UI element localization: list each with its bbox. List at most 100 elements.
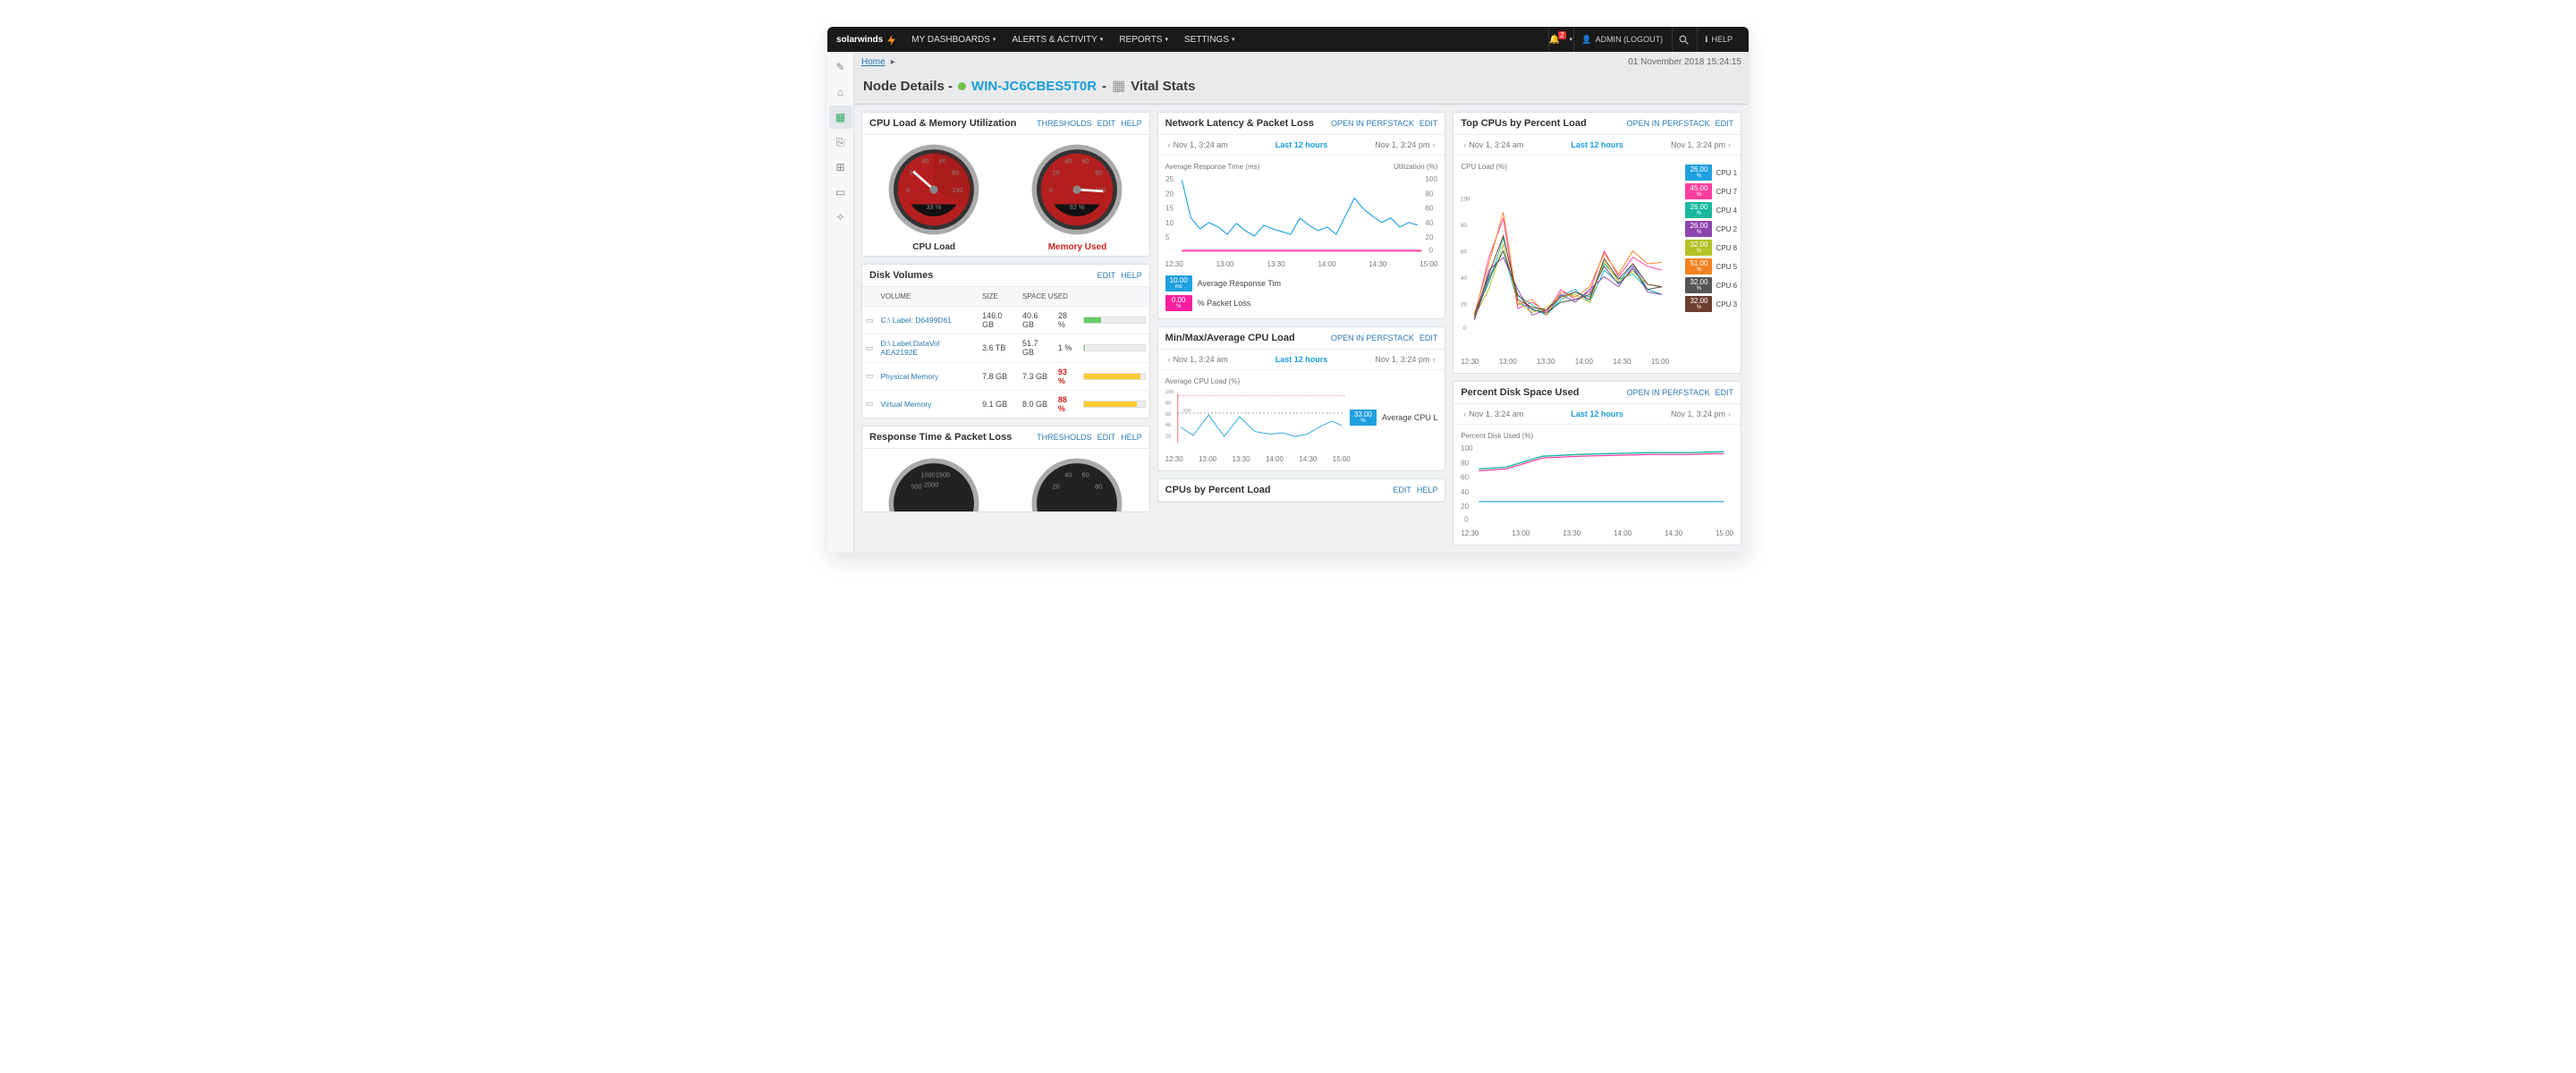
prev-arrow[interactable]: ‹ bbox=[1165, 355, 1174, 364]
sidebar-item-3[interactable]: ⎘ bbox=[829, 131, 852, 154]
title-tail: Vital Stats bbox=[1131, 79, 1195, 94]
svg-text:60: 60 bbox=[1461, 249, 1467, 256]
svg-text:0: 0 bbox=[1428, 246, 1433, 254]
svg-text:0: 0 bbox=[1464, 515, 1469, 523]
link-help[interactable]: HELP bbox=[1417, 486, 1438, 494]
column-1: CPU Load & Memory Utilization THRESHOLDS… bbox=[861, 112, 1150, 545]
legend-avgcpu: 33.00% Average CPU L bbox=[1350, 410, 1437, 426]
link-thresholds[interactable]: THRESHOLDS bbox=[1037, 119, 1092, 128]
topcpu-chart: 100806040200 bbox=[1461, 173, 1669, 351]
svg-text:0: 0 bbox=[1049, 186, 1053, 194]
volume-link[interactable]: Virtual Memory bbox=[881, 400, 932, 409]
svg-text:20: 20 bbox=[1461, 503, 1470, 511]
notifications-button[interactable]: 🔔2▾ bbox=[1548, 27, 1572, 52]
link-edit[interactable]: EDIT bbox=[1716, 388, 1734, 397]
caret-icon: ▾ bbox=[1232, 36, 1235, 43]
volume-link[interactable]: Physical Memory bbox=[881, 372, 939, 381]
next-arrow[interactable]: › bbox=[1725, 140, 1733, 149]
legend-item[interactable]: 32.00%CPU 8 bbox=[1685, 240, 1737, 256]
card-title: Response Time & Packet Loss bbox=[869, 432, 1012, 443]
link-help[interactable]: HELP bbox=[1121, 433, 1142, 442]
link-edit[interactable]: EDIT bbox=[1716, 119, 1734, 128]
volume-link[interactable]: C:\ Label: D6499D61 bbox=[881, 316, 952, 325]
brand-logo[interactable]: solarwinds bbox=[836, 33, 899, 46]
link-help[interactable]: HELP bbox=[1121, 271, 1142, 280]
legend-item[interactable]: 26.00%CPU 1 bbox=[1685, 165, 1737, 181]
latency-chart: 252015105 100806040200 bbox=[1165, 173, 1438, 254]
help-button[interactable]: ℹHELP bbox=[1697, 27, 1740, 52]
card-cpu-mem: CPU Load & Memory Utilization THRESHOLDS… bbox=[861, 112, 1150, 257]
legend-item[interactable]: 51.00%CPU 5 bbox=[1685, 258, 1737, 275]
page-title: Node Details - WIN-JC6CBES5T0R - ▦ Vital… bbox=[854, 72, 1749, 105]
main-content: Home ▸ 01 November 2018 15:24:15 Node De… bbox=[854, 52, 1749, 553]
main-menu: MY DASHBOARDS▾ ALERTS & ACTIVITY▾ REPORT… bbox=[911, 35, 1234, 45]
legend-item[interactable]: 26.00%CPU 4 bbox=[1685, 202, 1737, 218]
table-row: ▭ D:\ Label:DataVol AEA2192E 3.6 TB51.7 … bbox=[862, 334, 1149, 363]
link-edit[interactable]: EDIT bbox=[1393, 486, 1411, 494]
link-edit[interactable]: EDIT bbox=[1419, 334, 1438, 342]
title-prefix: Node Details - bbox=[863, 79, 953, 94]
top-nav: solarwinds MY DASHBOARDS▾ ALERTS & ACTIV… bbox=[827, 27, 1749, 52]
link-edit[interactable]: EDIT bbox=[1419, 119, 1438, 128]
prev-arrow[interactable]: ‹ bbox=[1461, 410, 1469, 418]
menu-dashboards[interactable]: MY DASHBOARDS▾ bbox=[911, 35, 996, 45]
sidebar-item-6[interactable]: ✧ bbox=[829, 206, 852, 229]
link-open[interactable]: OPEN IN PERFSTACK bbox=[1331, 334, 1414, 342]
menu-settings[interactable]: SETTINGS▾ bbox=[1184, 35, 1235, 45]
link-thresholds[interactable]: THRESHOLDS bbox=[1037, 433, 1092, 442]
legend-item[interactable]: 32.00%CPU 3 bbox=[1685, 296, 1737, 312]
timerange-label[interactable]: Last 12 hours bbox=[1275, 140, 1328, 149]
volume-link[interactable]: D:\ Label:DataVol AEA2192E bbox=[881, 339, 940, 357]
svg-text:80: 80 bbox=[1461, 223, 1467, 229]
link-help[interactable]: HELP bbox=[1121, 119, 1142, 128]
card-mmavg: Min/Max/Average CPU Load OPEN IN PERFSTA… bbox=[1157, 326, 1446, 471]
svg-text:100: 100 bbox=[1461, 197, 1470, 203]
timerange-bar: ‹Nov 1, 3:24 am Last 12 hours Nov 1, 3:2… bbox=[1158, 135, 1445, 156]
legend-item[interactable]: 45.00%CPU 7 bbox=[1685, 183, 1737, 199]
svg-text:40: 40 bbox=[1065, 157, 1072, 165]
link-edit[interactable]: EDIT bbox=[1097, 433, 1116, 442]
svg-text:10: 10 bbox=[1165, 219, 1174, 227]
svg-text:100: 100 bbox=[1461, 444, 1473, 452]
svg-text:100: 100 bbox=[952, 186, 962, 194]
next-arrow[interactable]: › bbox=[1429, 140, 1437, 149]
svg-text:40: 40 bbox=[1065, 470, 1072, 478]
svg-text:60: 60 bbox=[1165, 412, 1171, 418]
sidebar-node[interactable]: ▦ bbox=[829, 106, 852, 129]
link-open[interactable]: OPEN IN PERFSTACK bbox=[1331, 119, 1414, 128]
svg-text:20: 20 bbox=[1165, 190, 1174, 198]
svg-text:100: 100 bbox=[1165, 390, 1174, 395]
next-arrow[interactable]: › bbox=[1725, 410, 1733, 418]
menu-alerts[interactable]: ALERTS & ACTIVITY▾ bbox=[1012, 35, 1103, 45]
user-menu[interactable]: 👤ADMIN (LOGOUT) bbox=[1573, 27, 1670, 52]
link-edit[interactable]: EDIT bbox=[1097, 271, 1116, 280]
card-title: Percent Disk Space Used bbox=[1461, 387, 1579, 398]
sidebar-item-5[interactable]: ▭ bbox=[829, 181, 852, 204]
svg-text:0: 0 bbox=[1463, 325, 1467, 332]
search-button[interactable] bbox=[1672, 27, 1695, 52]
sidebar-item-4[interactable]: ⊞ bbox=[829, 156, 852, 179]
svg-text:0: 0 bbox=[906, 186, 910, 194]
prev-arrow[interactable]: ‹ bbox=[1461, 140, 1469, 149]
svg-text:20: 20 bbox=[1053, 482, 1060, 490]
chevron-right-icon: ▸ bbox=[891, 57, 895, 67]
svg-text:1500: 1500 bbox=[936, 470, 950, 478]
gauge-mem-label: Memory Used bbox=[1048, 242, 1107, 252]
card-title: Min/Max/Average CPU Load bbox=[1165, 333, 1295, 343]
link-open[interactable]: OPEN IN PERFSTACK bbox=[1627, 388, 1710, 397]
next-arrow[interactable]: › bbox=[1429, 355, 1437, 364]
brand-text: solarwinds bbox=[836, 35, 883, 45]
prev-arrow[interactable]: ‹ bbox=[1165, 140, 1174, 149]
legend-item[interactable]: 26.00%CPU 2 bbox=[1685, 221, 1737, 237]
breadcrumb-home[interactable]: Home bbox=[861, 57, 886, 67]
card-title: CPUs by Percent Load bbox=[1165, 485, 1271, 495]
link-edit[interactable]: EDIT bbox=[1097, 119, 1116, 128]
notification-badge: 2 bbox=[1558, 31, 1565, 39]
node-link[interactable]: WIN-JC6CBES5T0R bbox=[971, 79, 1097, 94]
legend-item[interactable]: 32.00%CPU 6 bbox=[1685, 277, 1737, 293]
sidebar-home[interactable]: ⌂ bbox=[829, 80, 852, 104]
link-open[interactable]: OPEN IN PERFSTACK bbox=[1627, 119, 1710, 128]
sidebar-edit[interactable]: ✎ bbox=[829, 55, 852, 79]
menu-reports[interactable]: REPORTS▾ bbox=[1119, 35, 1168, 45]
card-pdisk: Percent Disk Space Used OPEN IN PERFSTAC… bbox=[1453, 381, 1741, 545]
